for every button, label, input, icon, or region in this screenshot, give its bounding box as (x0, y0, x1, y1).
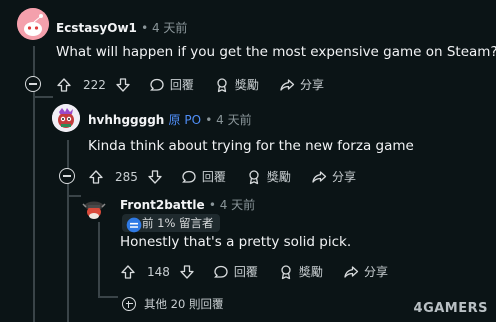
badge-label: 前 1% 留言者 (142, 216, 214, 230)
snoo-avatar-icon (17, 8, 49, 40)
upvote-icon[interactable] (56, 77, 72, 93)
reply-label: 回覆 (201, 170, 226, 184)
upvote-icon[interactable] (120, 264, 136, 280)
comment-author[interactable]: hvhhggggh 原 PO • 4 天前 (88, 111, 252, 128)
watermark: 4GAMERS (413, 301, 488, 316)
reply-button[interactable]: 回覆 (149, 76, 194, 93)
share-icon (343, 264, 359, 280)
reply-button[interactable]: 回覆 (213, 263, 258, 280)
comment-actions: 148 回覆 獎勵 分享 (120, 263, 388, 280)
plus-circle-icon (122, 297, 136, 311)
award-button[interactable]: 獎勵 (214, 76, 259, 93)
thread-line (98, 296, 118, 298)
avatar-icon (82, 201, 106, 219)
avatar[interactable] (81, 196, 107, 222)
thread-line (33, 96, 53, 98)
share-button[interactable]: 分享 (311, 168, 356, 185)
reply-icon (149, 77, 165, 93)
award-button[interactable]: 獎勵 (278, 263, 323, 280)
award-label: 獎勵 (266, 170, 291, 184)
more-replies-button[interactable]: 其他 20 則回覆 (122, 296, 223, 312)
share-label: 分享 (299, 78, 324, 92)
award-icon (246, 169, 262, 185)
comment-actions: 285 回覆 獎勵 分享 (88, 168, 356, 185)
thread-line (67, 195, 81, 197)
username[interactable]: EcstasyOw1 (56, 21, 137, 35)
comment-text: Kinda think about trying for the new for… (88, 138, 414, 154)
comment-text: Honestly that's a pretty solid pick. (120, 234, 352, 250)
more-replies-label: 其他 20 則回覆 (144, 297, 224, 311)
downvote-icon[interactable] (179, 264, 195, 280)
vote-count: 222 (83, 77, 106, 92)
username[interactable]: hvhhggggh (88, 113, 164, 127)
award-label: 獎勵 (234, 78, 259, 92)
downvote-icon[interactable] (115, 77, 131, 93)
op-tag: 原 PO (168, 113, 202, 127)
vote-group: 148 (120, 264, 195, 280)
comment-text: What will happen if you get the most exp… (56, 44, 496, 60)
avatar[interactable] (17, 8, 49, 40)
vote-group: 222 (56, 77, 131, 93)
reply-label: 回覆 (233, 265, 258, 279)
downvote-icon[interactable] (147, 169, 163, 185)
award-icon (278, 264, 294, 280)
comment-author[interactable]: EcstasyOw1 • 4 天前 (56, 19, 187, 36)
badge-icon (126, 217, 142, 233)
reply-icon (181, 169, 197, 185)
award-label: 獎勵 (298, 265, 323, 279)
share-icon (311, 169, 327, 185)
share-button[interactable]: 分享 (279, 76, 324, 93)
vote-group: 285 (88, 169, 163, 185)
award-icon (214, 77, 230, 93)
thread-line (98, 222, 100, 296)
comment-actions: 222 回覆 獎勵 分享 (56, 76, 324, 93)
timestamp: • 4 天前 (141, 21, 188, 35)
upvote-icon[interactable] (88, 169, 104, 185)
share-icon (279, 77, 295, 93)
timestamp: • 4 天前 (208, 198, 256, 212)
vote-count: 148 (147, 264, 170, 279)
avatar[interactable] (52, 104, 80, 132)
top-commenter-badge[interactable]: 前 1% 留言者 (122, 214, 220, 233)
reply-label: 回覆 (169, 78, 194, 92)
collapse-thread-button[interactable] (25, 76, 41, 92)
vote-count: 285 (115, 169, 138, 184)
avatar-icon (52, 104, 80, 132)
share-button[interactable]: 分享 (343, 263, 388, 280)
comment-author[interactable]: Front2battle • 4 天前 (120, 196, 255, 213)
username[interactable]: Front2battle (120, 198, 205, 212)
share-label: 分享 (331, 170, 356, 184)
share-label: 分享 (363, 265, 388, 279)
reply-button[interactable]: 回覆 (181, 168, 226, 185)
collapse-thread-button[interactable] (59, 168, 75, 184)
award-button[interactable]: 獎勵 (246, 168, 291, 185)
timestamp: • 4 天前 (205, 113, 252, 127)
reply-icon (213, 264, 229, 280)
